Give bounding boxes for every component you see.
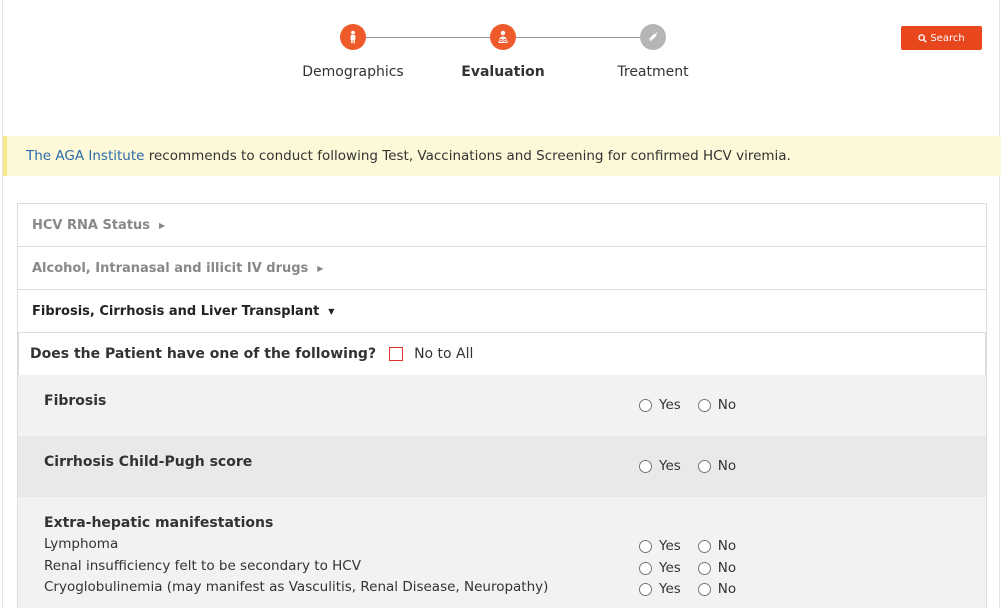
yes-radio[interactable]	[639, 398, 652, 412]
aga-institute-link[interactable]: The AGA Institute	[26, 148, 144, 164]
step-connector	[515, 37, 641, 38]
step-label-evaluation: Evaluation	[461, 64, 545, 80]
no-radio[interactable]	[697, 398, 711, 412]
radio-group-cryoglobulinemia: Yes No	[639, 581, 736, 597]
search-button-label: Search	[930, 32, 965, 44]
yes-label: Yes	[659, 581, 681, 597]
search-button[interactable]: Search	[901, 26, 982, 50]
caret-down-icon: ▼	[328, 306, 335, 316]
yes-label: Yes	[659, 538, 681, 554]
step-treatment[interactable]	[640, 24, 666, 50]
subitem-lymphoma: Lymphoma	[44, 536, 119, 552]
no-label: No	[717, 397, 737, 413]
section-header-fibrosis-cirrhosis[interactable]: Fibrosis, Cirrhosis and Liver Transplant…	[18, 290, 986, 333]
recommendation-banner: The AGA Institute recommends to conduct …	[3, 136, 1001, 176]
item-title: Extra-hepatic manifestations	[44, 515, 274, 531]
caret-right-icon: ▶	[159, 220, 166, 230]
yes-label: Yes	[659, 458, 681, 474]
banner-text: recommends to conduct following Test, Va…	[144, 148, 791, 164]
step-label-treatment: Treatment	[617, 64, 689, 80]
section-title: Alcohol, Intranasal and illicit IV drugs	[32, 260, 309, 276]
radio-group-cirrhosis: Yes No	[639, 458, 736, 474]
yes-label: Yes	[659, 397, 681, 413]
item-row-extra-hepatic: Extra-hepatic manifestations Lymphoma Ye…	[18, 497, 986, 608]
no-label: No	[717, 560, 737, 576]
step-demographics[interactable]	[340, 24, 366, 50]
search-icon	[918, 33, 928, 43]
subitem-cryoglobulinemia: Cryoglobulinemia (may manifest as Vascul…	[44, 579, 549, 595]
yes-radio[interactable]	[639, 561, 652, 575]
radio-group-fibrosis: Yes No	[639, 397, 736, 413]
yes-radio[interactable]	[639, 459, 652, 473]
radio-group-renal: Yes No	[639, 560, 736, 576]
no-radio[interactable]	[697, 539, 711, 553]
section-body-fibrosis-cirrhosis: Does the Patient have one of the followi…	[18, 333, 986, 608]
no-to-all-checkbox[interactable]	[389, 347, 404, 361]
section-header-hcv-rna-status[interactable]: HCV RNA Status ▶	[18, 204, 986, 247]
item-row-cirrhosis: Cirrhosis Child-Pugh score Yes No	[18, 436, 986, 497]
radio-group-lymphoma: Yes No	[639, 538, 736, 554]
section-header-alcohol-drugs[interactable]: Alcohol, Intranasal and illicit IV drugs…	[18, 247, 986, 290]
doctor-icon	[498, 30, 508, 43]
item-title: Cirrhosis Child-Pugh score	[44, 454, 253, 470]
section-title: Fibrosis, Cirrhosis and Liver Transplant	[32, 303, 320, 319]
no-radio[interactable]	[697, 561, 711, 575]
no-radio[interactable]	[697, 582, 711, 596]
caret-right-icon: ▶	[317, 263, 324, 273]
question-row: Does the Patient have one of the followi…	[18, 333, 986, 375]
no-label: No	[717, 538, 737, 554]
step-connector	[365, 37, 491, 38]
item-title: Fibrosis	[44, 393, 107, 409]
no-label: No	[717, 458, 737, 474]
evaluation-accordion: HCV RNA Status ▶ Alcohol, Intranasal and…	[17, 203, 987, 608]
yes-radio[interactable]	[639, 582, 652, 596]
step-evaluation[interactable]	[490, 24, 516, 50]
section-title: HCV RNA Status	[32, 217, 151, 233]
wizard-stepper: Demographics Evaluation Treatment	[0, 0, 1002, 100]
no-to-all-label: No to All	[414, 346, 474, 362]
item-row-fibrosis: Fibrosis Yes No	[18, 375, 986, 436]
person-icon	[350, 30, 356, 44]
yes-label: Yes	[659, 560, 681, 576]
no-label: No	[717, 581, 737, 597]
subitem-renal-insufficiency: Renal insufficiency felt to be secondary…	[44, 558, 361, 574]
yes-radio[interactable]	[639, 539, 652, 553]
question-text: Does the Patient have one of the followi…	[30, 346, 377, 362]
no-radio[interactable]	[697, 459, 711, 473]
step-label-demographics: Demographics	[302, 64, 404, 80]
syringe-icon	[648, 32, 658, 42]
